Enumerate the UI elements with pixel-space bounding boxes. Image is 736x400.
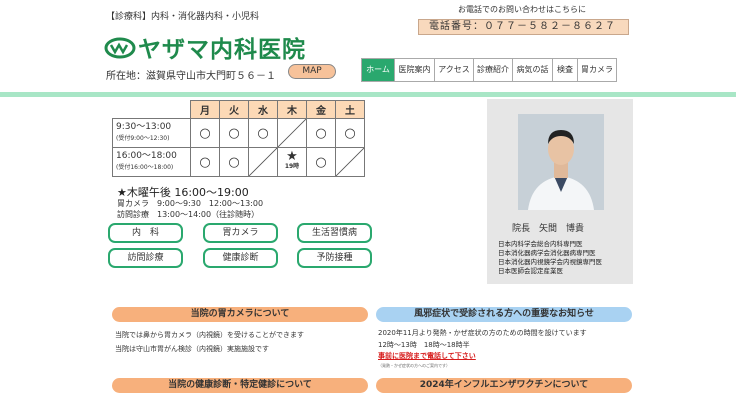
clinic-logo[interactable]: ヤザマ内科医院	[104, 30, 306, 64]
open-mark: ○	[219, 118, 249, 148]
header-divider	[0, 92, 736, 97]
time-slot: 9:30～13:00 (受付9:00～12:30)	[112, 118, 191, 148]
nav-access[interactable]: アクセス	[435, 58, 474, 82]
doctor-specialty: 日本医師会認定産業医	[498, 267, 563, 275]
gastro-hours-note: 胃カメラ 9:00～9:30 12:00～13:00	[117, 199, 264, 208]
schedule-row-morning: 9:30～13:00 (受付9:00～12:30) ○ ○ ○ ○ ○	[112, 118, 365, 148]
open-mark: ○	[219, 147, 249, 177]
flu-vaccine-heading[interactable]: 2024年インフルエンザワクチンについて	[376, 378, 632, 393]
time-slot: 16:00～18:00 (受付16:00～18:00)	[112, 147, 191, 177]
service-health-checkup[interactable]: 健康診断	[203, 248, 278, 268]
schedule-table: 月 火 水 木 金 土 9:30～13:00 (受付9:00～12:30) ○ …	[112, 100, 365, 177]
cold-notice-hours: 12時～13時 18時～18時半	[378, 341, 470, 349]
day-sat: 土	[335, 100, 365, 119]
open-mark: ○	[190, 147, 220, 177]
gastro-section-text: 当院は守山市胃がん検診（内視鏡）実施施設です	[115, 345, 269, 353]
nav-tests[interactable]: 検査	[553, 58, 578, 82]
star-mark: ★ 19時	[277, 147, 307, 177]
call-ahead-link[interactable]: 事前に医院まで電話して下さい	[378, 351, 476, 361]
reception-time: (受付16:00～18:00)	[116, 164, 174, 171]
star-note: 19時	[284, 163, 300, 170]
open-mark: ○	[190, 118, 220, 148]
schedule-corner	[113, 101, 191, 119]
time-range: 9:30～13:00	[116, 122, 172, 132]
nav-services[interactable]: 診療紹介	[474, 58, 513, 82]
nav-home[interactable]: ホーム	[361, 58, 395, 82]
open-mark: ○	[306, 118, 336, 148]
cold-notice-heading[interactable]: 風邪症状で受診される方への重要なお知らせ	[376, 307, 632, 322]
checkup-section-heading[interactable]: 当院の健康診断・特定健診について	[112, 378, 368, 393]
gastro-section-heading[interactable]: 当院の胃カメラについて	[112, 307, 368, 322]
day-wed: 水	[248, 100, 278, 119]
gastro-section-text: 当院では鼻から胃カメラ（内視鏡）を受けることができます	[115, 331, 304, 339]
closed-slash	[335, 147, 365, 177]
address-text: 所在地：滋賀県守山市大門町５６－１	[106, 71, 276, 82]
service-internal-medicine[interactable]: 内 科	[108, 223, 183, 243]
departments-text: 【診療科】内科・消化器内科・小児科	[106, 12, 260, 22]
logo-icon	[104, 35, 138, 59]
day-tue: 火	[219, 100, 249, 119]
doctor-photo	[518, 114, 604, 210]
visit-hours-note: 訪問診療 13:00～14:00（往診随時）	[117, 210, 260, 219]
day-thu: 木	[277, 100, 307, 119]
cold-notice-small: （発熱・かぜ症状の方へのご案内です）	[378, 363, 450, 368]
logo-text: ヤザマ内科医院	[138, 37, 306, 63]
contact-caption: お電話でのお問い合わせはこちらに	[458, 5, 586, 14]
service-home-visit[interactable]: 訪問診療	[108, 248, 183, 268]
open-mark: ○	[306, 147, 336, 177]
cold-notice-text: 2020年11月より発熱・かぜ症状の方のための時間を設けています	[378, 329, 587, 337]
open-mark: ○	[335, 118, 365, 148]
day-fri: 金	[306, 100, 336, 119]
closed-slash	[277, 118, 307, 148]
service-vaccination[interactable]: 予防接種	[297, 248, 372, 268]
closed-slash	[248, 147, 278, 177]
reception-time: (受付9:00～12:30)	[116, 135, 170, 142]
time-range: 16:00～18:00	[116, 151, 177, 161]
service-gastroscopy[interactable]: 胃カメラ	[203, 223, 278, 243]
service-lifestyle-disease[interactable]: 生活習慣病	[297, 223, 372, 243]
main-nav: ホーム 医院案内 アクセス 診療紹介 病気の話 検査 胃カメラ	[361, 58, 617, 82]
schedule-header-row: 月 火 水 木 金 土	[113, 100, 365, 119]
nav-gastroscopy[interactable]: 胃カメラ	[578, 58, 617, 82]
schedule-row-afternoon: 16:00～18:00 (受付16:00～18:00) ○ ○ ★ 19時 ○	[112, 147, 365, 177]
map-button[interactable]: MAP	[288, 64, 336, 79]
open-mark: ○	[248, 118, 278, 148]
phone-number[interactable]: 電話番号：０７７－５８２－８６２７	[418, 19, 629, 35]
day-mon: 月	[190, 100, 220, 119]
nav-clinic-info[interactable]: 医院案内	[395, 58, 435, 82]
doctor-name: 院長 矢間 博貴	[512, 224, 585, 234]
nav-disease-info[interactable]: 病気の話	[513, 58, 553, 82]
